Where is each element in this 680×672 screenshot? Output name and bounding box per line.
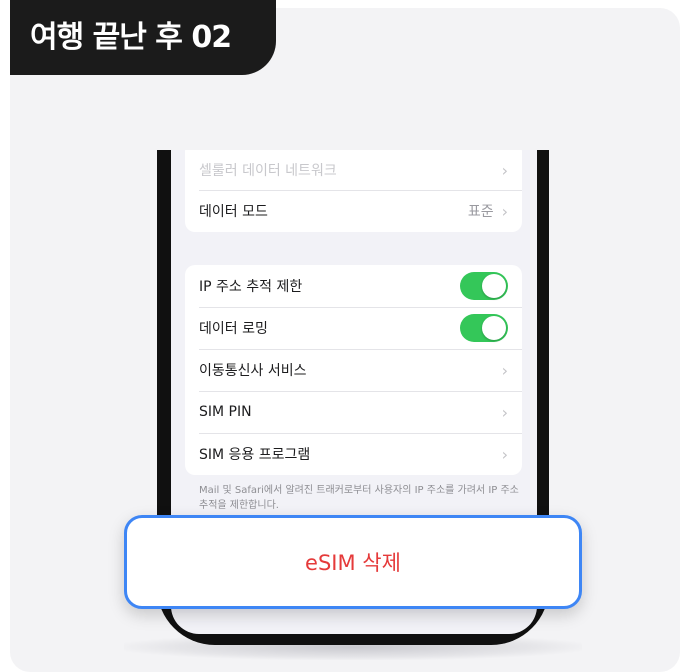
row-label: 셀룰러 데이터 네트워크 bbox=[199, 163, 337, 179]
toggle-knob bbox=[482, 274, 506, 298]
ip-tracking-toggle[interactable] bbox=[460, 272, 508, 300]
step-badge-title: 여행 끝난 후 02 bbox=[30, 20, 232, 55]
settings-row-cellular-network[interactable]: 셀룰러 데이터 네트워크 › bbox=[185, 150, 522, 190]
row-label: 데이터 로밍 bbox=[199, 321, 268, 337]
phone-bottom bbox=[171, 606, 537, 634]
toggle-knob bbox=[482, 316, 506, 340]
row-label: SIM PIN bbox=[199, 404, 252, 420]
data-roaming-toggle[interactable] bbox=[460, 314, 508, 342]
chevron-right-icon: › bbox=[501, 360, 508, 380]
row-label: 이동통신사 서비스 bbox=[199, 363, 307, 379]
settings-row-sim-applications[interactable]: SIM 응용 프로그램 › bbox=[185, 433, 522, 475]
delete-esim-button[interactable]: eSIM 삭제 bbox=[124, 515, 582, 609]
settings-row-sim-pin[interactable]: SIM PIN › bbox=[185, 391, 522, 433]
row-label: SIM 응용 프로그램 bbox=[199, 447, 311, 463]
settings-row-data-mode[interactable]: 데이터 모드 표준 › bbox=[185, 190, 522, 232]
settings-row-limit-ip-tracking: IP 주소 추적 제한 bbox=[185, 265, 522, 307]
row-value: 표준 bbox=[467, 204, 494, 220]
row-label: IP 주소 추적 제한 bbox=[199, 279, 303, 295]
ip-tracking-footnote: Mail 및 Safari에서 알려진 트래커로부터 사용자의 IP 주소를 가… bbox=[199, 485, 519, 511]
settings-row-data-roaming: 데이터 로밍 bbox=[185, 307, 522, 349]
chevron-right-icon: › bbox=[501, 160, 508, 180]
chevron-right-icon: › bbox=[501, 402, 508, 422]
settings-group-data: 셀룰러 데이터 네트워크 › 데이터 모드 표준 › bbox=[185, 150, 522, 232]
settings-row-carrier-services[interactable]: 이동통신사 서비스 › bbox=[185, 349, 522, 391]
settings-group-sim: IP 주소 추적 제한 데이터 로밍 이동통신사 서비스 › SIM PIN ›… bbox=[185, 265, 522, 475]
delete-esim-label: eSIM 삭제 bbox=[305, 551, 401, 575]
chevron-right-icon: › bbox=[501, 444, 508, 464]
row-label: 데이터 모드 bbox=[199, 204, 268, 220]
chevron-right-icon: › bbox=[501, 201, 508, 221]
step-badge: 여행 끝난 후 02 bbox=[10, 0, 276, 75]
